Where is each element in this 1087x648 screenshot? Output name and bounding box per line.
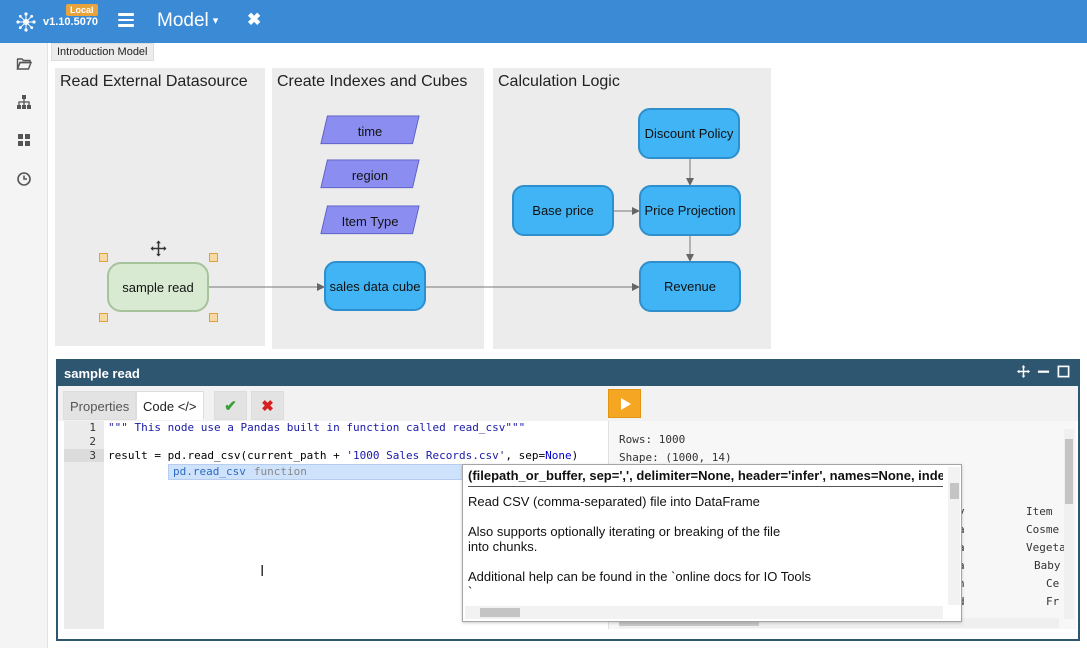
app-version: v1.10.5070 xyxy=(43,16,99,28)
function-doc-tooltip[interactable]: (filepath_or_buffer, sep=',', delimiter=… xyxy=(462,464,962,622)
tab-code[interactable]: Code </> xyxy=(136,391,204,420)
code-token: ) xyxy=(571,449,579,462)
close-model-button[interactable]: ✖ xyxy=(247,10,261,30)
model-tab-introduction[interactable]: Introduction Model xyxy=(51,43,154,61)
folder-open-icon[interactable] xyxy=(16,56,32,72)
run-button[interactable] xyxy=(608,389,641,418)
doc-line: `_. xyxy=(468,584,484,592)
play-icon xyxy=(620,397,631,410)
menu-icon[interactable] xyxy=(118,13,134,27)
chevron-down-icon: ▾ xyxy=(212,15,219,27)
autocomplete-name: pd.read_csv xyxy=(173,465,246,478)
doc-line: into chunks. xyxy=(468,539,538,554)
output-shape: Shape: (1000, 14) xyxy=(619,451,732,464)
code-keyword: None xyxy=(545,449,572,462)
index-node-item-type[interactable]: Item Type xyxy=(320,205,420,237)
node-revenue[interactable]: Revenue xyxy=(639,261,741,312)
sidebar xyxy=(0,43,48,648)
environment-badge: Local xyxy=(66,4,98,16)
function-signature: (filepath_or_buffer, sep=',', delimiter=… xyxy=(468,468,943,487)
node-label: Item Type xyxy=(341,213,399,229)
group-title: Read External Datasource xyxy=(60,73,248,90)
output-cell: Item xyxy=(1026,505,1053,518)
node-label: sales data cube xyxy=(329,278,421,294)
clock-icon[interactable] xyxy=(16,171,32,187)
index-node-time[interactable]: time xyxy=(320,115,420,147)
text-cursor-icon: I xyxy=(260,563,265,580)
panel-header[interactable]: sample read xyxy=(58,361,1078,386)
node-label: region xyxy=(351,167,389,183)
autocomplete-item[interactable]: pd.read_csv function xyxy=(168,464,468,480)
panel-toolbar: Properties Code </> ✔ ✖ xyxy=(58,386,1078,421)
node-sales-data-cube[interactable]: sales data cube xyxy=(324,261,426,311)
code-token: result = pd.read_csv(current_path + xyxy=(108,449,347,462)
output-cell: Fr xyxy=(1046,595,1060,608)
move-icon[interactable] xyxy=(150,240,167,257)
line-number: 3 xyxy=(64,449,104,462)
dashboard-icon[interactable] xyxy=(16,132,32,148)
model-name: Model xyxy=(157,10,209,31)
code-line-1: """ This node use a Pandas built in func… xyxy=(108,421,526,434)
output-rows: Rows: 1000 xyxy=(619,433,686,446)
node-price-projection[interactable]: Price Projection xyxy=(639,185,741,236)
doc-line: Additional help can be found in the `onl… xyxy=(468,569,812,584)
maximize-icon[interactable] xyxy=(1057,365,1070,378)
line-number: 2 xyxy=(89,435,96,448)
node-label: sample read xyxy=(122,279,194,295)
app-logo-icon[interactable] xyxy=(15,11,37,33)
output-vertical-scrollbar[interactable] xyxy=(1064,429,1074,619)
index-node-region[interactable]: region xyxy=(320,159,420,191)
output-cell: Cosme xyxy=(1026,523,1060,536)
node-label: Discount Policy xyxy=(644,126,734,141)
output-cell: Vegeta xyxy=(1026,541,1066,554)
move-panel-icon[interactable] xyxy=(1017,365,1030,378)
node-sample-read[interactable]: sample read xyxy=(107,262,209,312)
code-string: '1000 Sales Records.csv' xyxy=(346,449,506,462)
node-discount-policy[interactable]: Discount Policy xyxy=(638,108,740,159)
doc-line: Read CSV (comma-separated) file into Dat… xyxy=(468,494,760,509)
tooltip-horizontal-scrollbar[interactable] xyxy=(465,606,943,619)
scroll-thumb[interactable] xyxy=(480,608,520,617)
tooltip-vertical-scrollbar[interactable] xyxy=(948,467,960,605)
node-label: Revenue xyxy=(663,279,717,294)
tab-properties[interactable]: Properties xyxy=(63,391,137,420)
doc-line: Also supports optionally iterating or br… xyxy=(468,524,781,539)
cancel-button[interactable]: ✖ xyxy=(251,391,284,420)
code-line-3: result = pd.read_csv(current_path + '100… xyxy=(108,449,578,462)
resize-handle[interactable] xyxy=(209,313,218,322)
line-number: 1 xyxy=(89,421,96,434)
confirm-button[interactable]: ✔ xyxy=(214,391,247,420)
model-menu[interactable]: Model ▾ xyxy=(157,10,218,32)
node-label: time xyxy=(357,123,383,139)
group-title: Calculation Logic xyxy=(498,73,620,90)
autocomplete-kind: function xyxy=(253,465,307,478)
node-label: Base price xyxy=(532,203,594,218)
node-label: Price Projection xyxy=(644,203,736,218)
output-cell: Ce xyxy=(1046,577,1060,590)
node-base-price[interactable]: Base price xyxy=(512,185,614,236)
resize-handle[interactable] xyxy=(99,313,108,322)
line-gutter: 1 2 3 xyxy=(64,421,104,629)
resize-handle[interactable] xyxy=(99,253,108,262)
scroll-thumb[interactable] xyxy=(1065,439,1073,504)
scroll-thumb[interactable] xyxy=(950,483,959,499)
panel-title: sample read xyxy=(64,366,140,381)
resize-handle[interactable] xyxy=(209,253,218,262)
sitemap-icon[interactable] xyxy=(16,94,32,110)
group-title: Create Indexes and Cubes xyxy=(277,73,468,90)
output-cell: Baby xyxy=(1034,559,1061,572)
code-token: , sep= xyxy=(505,449,546,462)
top-bar: Local v1.10.5070 Model ▾ ✖ xyxy=(0,0,1087,43)
minimize-icon[interactable] xyxy=(1037,365,1050,378)
